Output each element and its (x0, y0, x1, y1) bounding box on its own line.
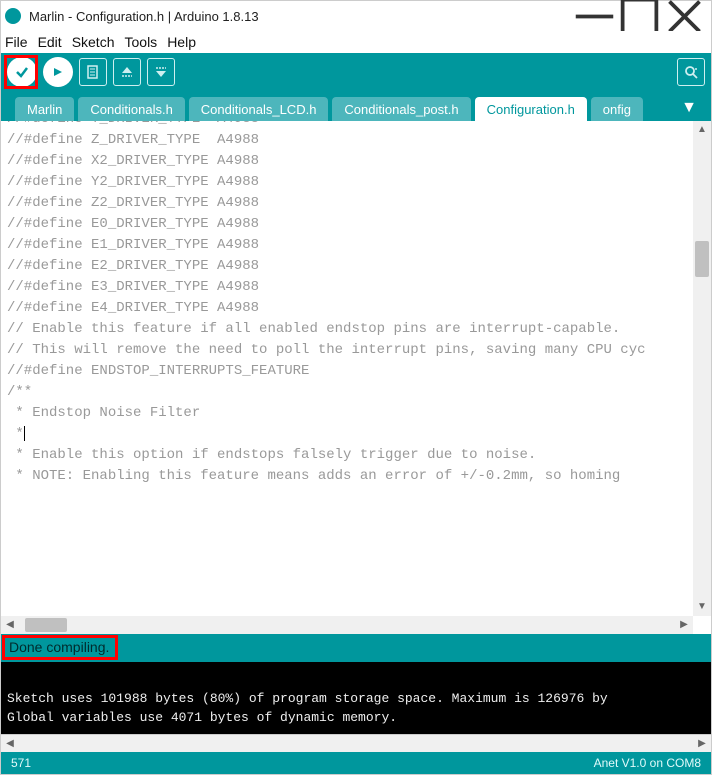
line-number: 571 (11, 756, 31, 770)
scroll-right-icon[interactable]: ▶ (693, 735, 711, 752)
annotation-highlight-status: Done compiling. (2, 635, 118, 660)
tab-overflow[interactable]: onfig (591, 97, 643, 121)
editor-horizontal-scrollbar[interactable]: ◀ ▶ (1, 616, 693, 634)
close-button[interactable] (662, 1, 707, 31)
menu-file[interactable]: File (5, 34, 28, 50)
tab-dropdown-icon[interactable]: ▼ (675, 95, 703, 121)
scroll-down-icon[interactable]: ▼ (693, 598, 711, 616)
status-bar: Done compiling. (1, 634, 711, 662)
status-message: Done compiling. (9, 639, 109, 655)
board-port-info: Anet V1.0 on COM8 (594, 756, 701, 770)
arduino-ide-window: Marlin - Configuration.h | Arduino 1.8.1… (0, 0, 712, 775)
titlebar: Marlin - Configuration.h | Arduino 1.8.1… (1, 1, 711, 31)
toolbar (1, 53, 711, 91)
tab-conditionals-lcd[interactable]: Conditionals_LCD.h (189, 97, 329, 121)
minimize-button[interactable] (572, 1, 617, 31)
editor-vertical-scrollbar[interactable]: ▲ ▼ (693, 121, 711, 616)
menu-edit[interactable]: Edit (38, 34, 62, 50)
open-button[interactable] (113, 58, 141, 86)
code-editor[interactable]: //#define Y_DRIVER_TYPE A4988//#define Z… (1, 121, 711, 634)
window-title: Marlin - Configuration.h | Arduino 1.8.1… (29, 9, 259, 24)
footer-bar: 571 Anet V1.0 on COM8 (1, 752, 711, 774)
arduino-icon (5, 8, 21, 24)
scrollbar-thumb[interactable] (695, 241, 709, 277)
menu-tools[interactable]: Tools (125, 34, 158, 50)
tab-bar: Marlin Conditionals.h Conditionals_LCD.h… (1, 91, 711, 121)
tab-conditionals[interactable]: Conditionals.h (78, 97, 184, 121)
serial-monitor-button[interactable] (677, 58, 705, 86)
tab-configuration[interactable]: Configuration.h (475, 97, 587, 121)
menu-sketch[interactable]: Sketch (72, 34, 115, 50)
verify-button[interactable] (7, 57, 37, 87)
new-button[interactable] (79, 58, 107, 86)
scroll-right-icon[interactable]: ▶ (675, 616, 693, 634)
scrollbar-thumb[interactable] (25, 618, 67, 632)
tab-marlin[interactable]: Marlin (15, 97, 74, 121)
console-horizontal-scrollbar[interactable]: ◀ ▶ (1, 734, 711, 752)
maximize-button[interactable] (617, 1, 662, 31)
menu-help[interactable]: Help (167, 34, 196, 50)
scroll-up-icon[interactable]: ▲ (693, 121, 711, 139)
scroll-left-icon[interactable]: ◀ (1, 616, 19, 634)
output-console: Sketch uses 101988 bytes (80%) of progra… (1, 662, 711, 734)
scroll-left-icon[interactable]: ◀ (1, 735, 19, 752)
save-button[interactable] (147, 58, 175, 86)
upload-button[interactable] (43, 57, 73, 87)
tab-conditionals-post[interactable]: Conditionals_post.h (332, 97, 470, 121)
menubar: File Edit Sketch Tools Help (1, 31, 711, 53)
